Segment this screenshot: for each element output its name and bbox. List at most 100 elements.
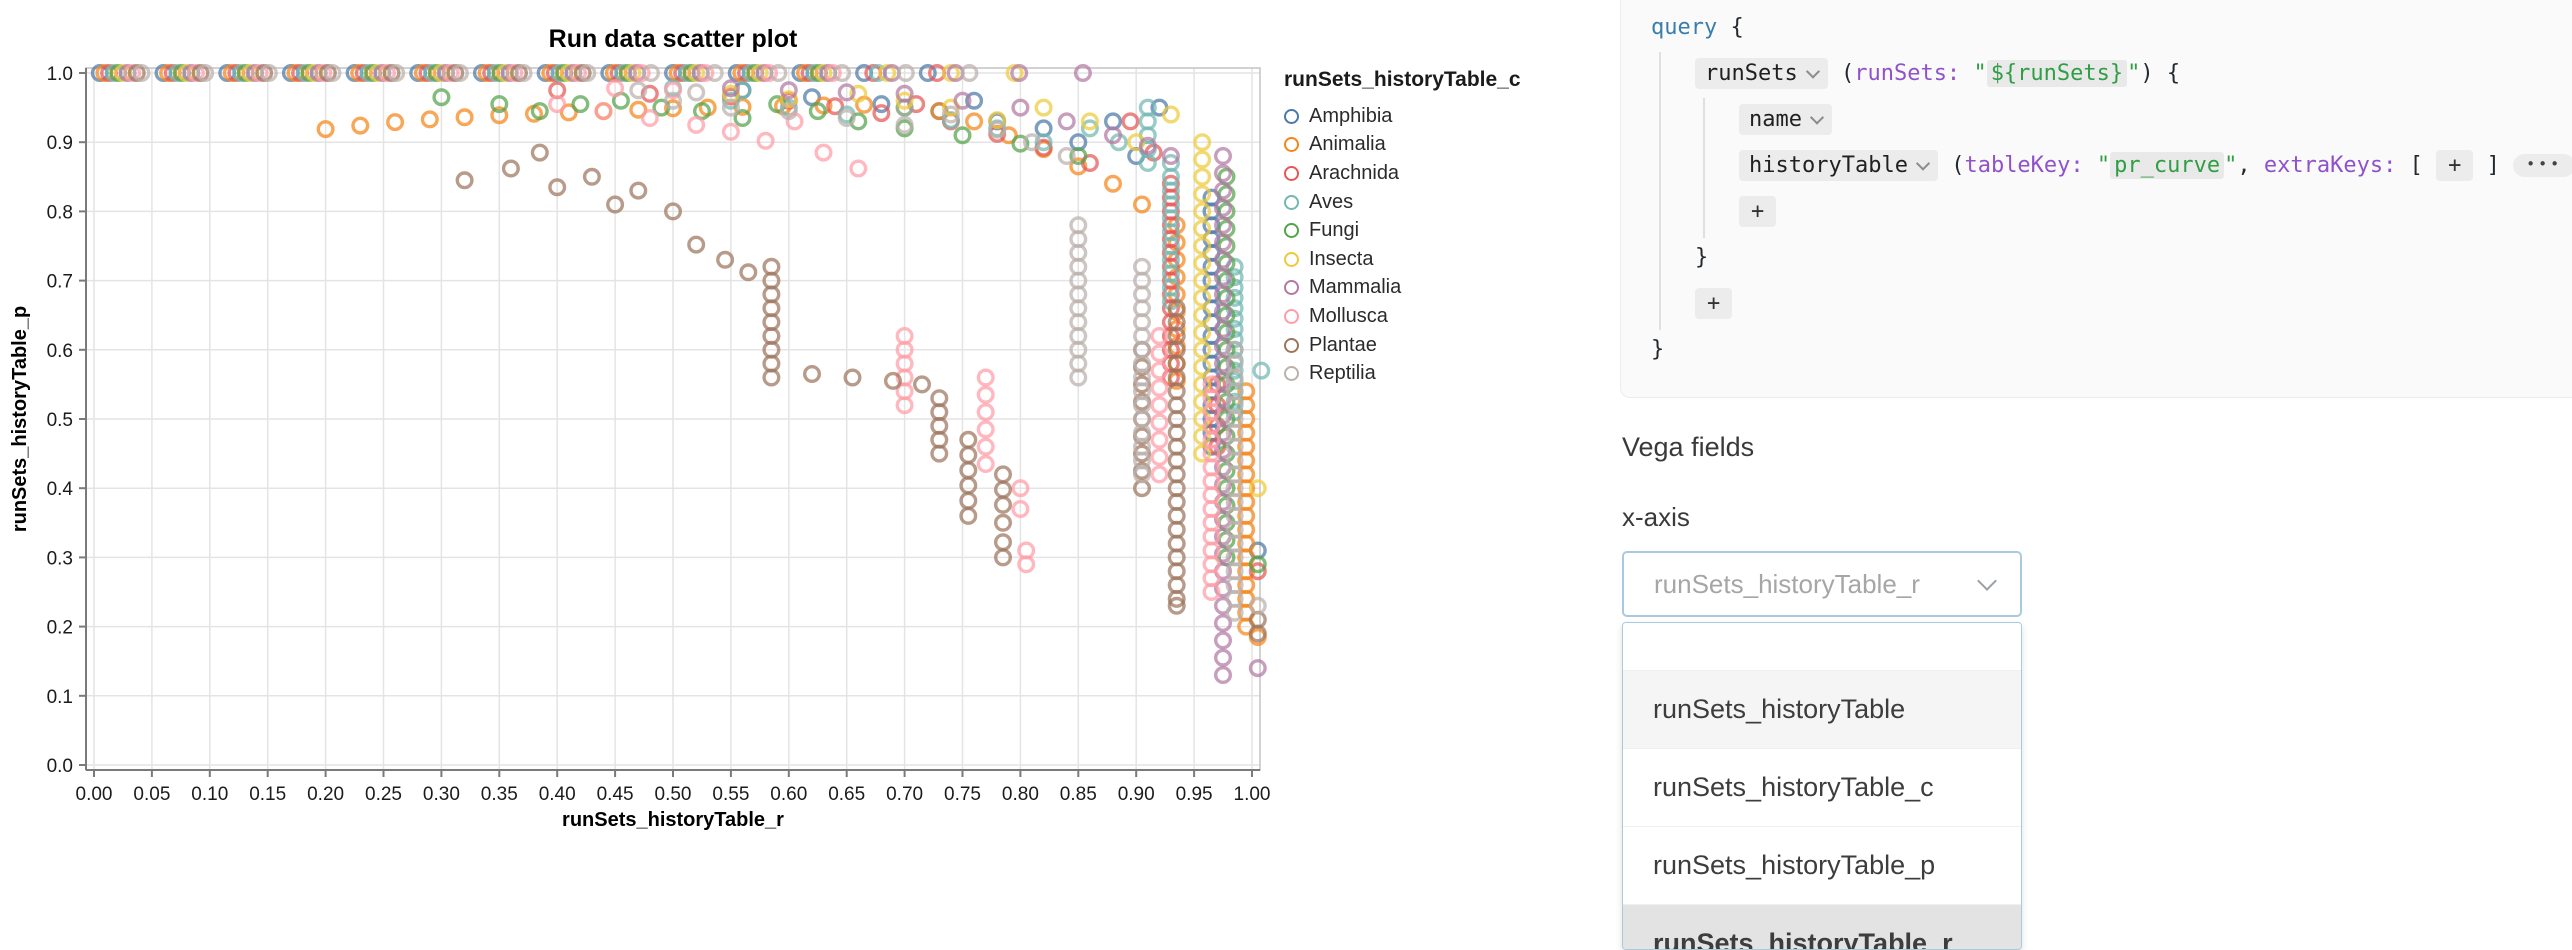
svg-text:0.5: 0.5	[47, 410, 73, 431]
svg-text:0.9: 0.9	[47, 133, 73, 154]
svg-text:1.00: 1.00	[1234, 784, 1271, 805]
code-token	[2084, 153, 2097, 178]
add-field-button[interactable]: +	[1739, 196, 1776, 227]
legend-item: Insecta	[1284, 245, 1521, 274]
query-line: }	[1621, 326, 2572, 372]
svg-text:0.10: 0.10	[191, 784, 228, 805]
vega-fields-heading: Vega fields	[1622, 432, 1754, 463]
x-axis-select[interactable]: runSets_historyTable_r	[1622, 551, 2022, 617]
legend-item: Mollusca	[1284, 302, 1521, 331]
svg-text:0.85: 0.85	[1060, 784, 1097, 805]
legend-item: Animalia	[1284, 131, 1521, 160]
legend-item: Aves	[1284, 188, 1521, 217]
chart-title: Run data scatter plot	[549, 25, 798, 53]
svg-text:0.35: 0.35	[481, 784, 518, 805]
dropdown-option-runSets_historyTable_p[interactable]: runSets_historyTable_p	[1623, 827, 2021, 905]
legend-ring-icon	[1284, 109, 1299, 124]
code-token: {	[1717, 15, 1744, 40]
code-token	[1960, 61, 1973, 86]
legend-item: Mammalia	[1284, 274, 1521, 303]
code-token: runSets:	[1854, 61, 1960, 86]
add-field-button[interactable]: +	[1695, 288, 1732, 319]
code-token: extraKeys:	[2264, 153, 2396, 178]
code-token: ,	[2237, 153, 2264, 178]
code-token: query	[1651, 15, 1717, 40]
legend-item: Amphibia	[1284, 102, 1521, 131]
query-editor-panel: query {runSets (runSets: "${runSets}") {…	[1620, 0, 2572, 398]
code-token: "	[2127, 61, 2140, 86]
y-axis-title: runSets_historyTable_p	[9, 306, 31, 532]
x-axis-title: runSets_historyTable_r	[562, 809, 784, 831]
legend-ring-icon	[1284, 252, 1299, 267]
code-token: tableKey:	[1964, 153, 2083, 178]
legend-ring-icon	[1284, 280, 1299, 295]
dropdown-option-runSets_historyTable_c[interactable]: runSets_historyTable_c	[1623, 749, 2021, 827]
legend-item: Arachnida	[1284, 159, 1521, 188]
chevron-down-icon	[1916, 157, 1930, 171]
add-field-button[interactable]: +	[2436, 150, 2473, 181]
legend-item: Plantae	[1284, 331, 1521, 360]
chart-legend: runSets_historyTable_c AmphibiaAnimalia A…	[1284, 68, 1521, 388]
svg-text:0.0: 0.0	[47, 756, 73, 777]
code-token: "	[1973, 61, 1986, 86]
dropdown-option-runSets_historyTable_r[interactable]: runSets_historyTable_r	[1623, 905, 2021, 950]
more-options-button[interactable]: •••	[2513, 154, 2572, 177]
svg-text:0.8: 0.8	[47, 202, 73, 223]
svg-text:0.45: 0.45	[597, 784, 634, 805]
legend-label: Fungi	[1309, 219, 1359, 242]
svg-text:0.15: 0.15	[249, 784, 286, 805]
code-token: (	[1828, 61, 1855, 86]
x-axis-field-label: x-axis	[1622, 502, 1690, 533]
svg-text:0.40: 0.40	[539, 784, 576, 805]
svg-text:0.4: 0.4	[47, 479, 74, 500]
svg-text:0.2: 0.2	[47, 618, 73, 639]
dropdown-option-runSets_historyTable[interactable]: runSets_historyTable	[1623, 671, 2021, 749]
legend-ring-icon	[1284, 309, 1299, 324]
query-line: +	[1621, 188, 2572, 234]
dropdown-option-empty[interactable]	[1623, 623, 2021, 671]
legend-label: Animalia	[1309, 133, 1386, 156]
legend-ring-icon	[1284, 166, 1299, 181]
svg-text:0.70: 0.70	[886, 784, 923, 805]
chevron-down-icon	[1810, 111, 1824, 125]
svg-text:0.60: 0.60	[770, 784, 807, 805]
svg-text:0.30: 0.30	[423, 784, 460, 805]
code-token: [	[2396, 153, 2436, 178]
query-line: historyTable (tableKey: "pr_curve", extr…	[1621, 142, 2572, 188]
svg-text:0.1: 0.1	[47, 687, 73, 708]
legend-item: Fungi	[1284, 216, 1521, 245]
legend-ring-icon	[1284, 338, 1299, 353]
scatter-plot-canvas: 0.000.050.100.150.200.250.300.350.400.45…	[0, 0, 1340, 880]
field-chip-name[interactable]: name	[1739, 104, 1832, 135]
code-token: "	[2097, 153, 2110, 178]
legend-label: Mammalia	[1309, 276, 1401, 299]
svg-text:0.55: 0.55	[712, 784, 749, 805]
svg-text:0.00: 0.00	[76, 784, 113, 805]
svg-text:1.0: 1.0	[47, 64, 73, 85]
field-chip-runSets[interactable]: runSets	[1695, 58, 1828, 89]
legend-ring-icon	[1284, 223, 1299, 238]
svg-text:0.05: 0.05	[133, 784, 170, 805]
query-line: }	[1621, 234, 2572, 280]
x-axis-dropdown-menu: runSets_historyTablerunSets_historyTable…	[1622, 622, 2022, 950]
query-line: name	[1621, 96, 2572, 142]
x-axis-select-value: runSets_historyTable_r	[1654, 569, 1980, 600]
legend-label: Insecta	[1309, 248, 1373, 271]
code-token: ) {	[2140, 61, 2180, 86]
code-token: pr_curve	[2110, 152, 2224, 179]
legend-ring-icon	[1284, 137, 1299, 152]
legend-label: Mollusca	[1309, 305, 1388, 328]
field-chip-historyTable[interactable]: historyTable	[1739, 150, 1938, 181]
legend-title: runSets_historyTable_c	[1284, 68, 1521, 92]
code-token: ]	[2473, 153, 2513, 178]
legend-ring-icon	[1284, 366, 1299, 381]
query-line: runSets (runSets: "${runSets}") {	[1621, 50, 2572, 96]
chevron-down-icon	[1806, 65, 1820, 79]
legend-label: Aves	[1309, 191, 1353, 214]
legend-item: Reptilia	[1284, 359, 1521, 388]
svg-text:0.50: 0.50	[655, 784, 692, 805]
svg-text:0.7: 0.7	[47, 272, 73, 293]
code-token: ${runSets}	[1987, 60, 2127, 87]
svg-text:0.95: 0.95	[1176, 784, 1213, 805]
svg-text:0.25: 0.25	[365, 784, 402, 805]
